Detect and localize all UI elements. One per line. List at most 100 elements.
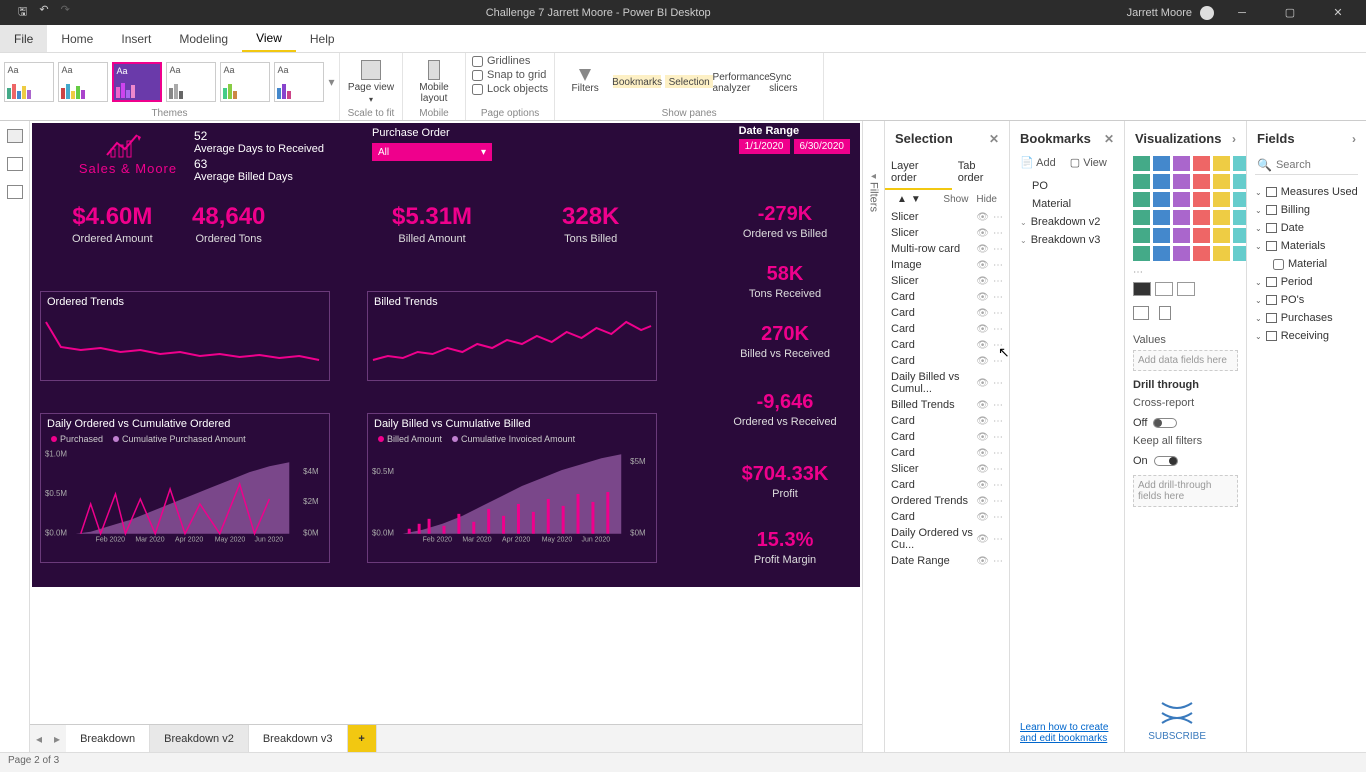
report-view-icon[interactable] [7, 129, 23, 143]
tab-insert[interactable]: Insert [107, 25, 165, 52]
undo-icon[interactable]: ↶ [39, 3, 48, 22]
tab-view[interactable]: View [242, 25, 296, 52]
viz-type-icon[interactable] [1213, 174, 1230, 189]
fields-search[interactable]: 🔍 [1255, 156, 1358, 175]
keep-filters-toggle[interactable] [1154, 456, 1178, 466]
snap-checkbox[interactable]: Snap to grid [472, 69, 546, 81]
selection-item[interactable]: Slicer👁⋯ [885, 273, 1009, 289]
viz-type-icon[interactable] [1153, 192, 1170, 207]
selection-item[interactable]: Card👁⋯ [885, 477, 1009, 493]
add-bookmark-button[interactable]: 📄 Add [1020, 156, 1056, 169]
field-table[interactable]: ⌄PO's [1247, 291, 1366, 309]
fields-icon[interactable] [1133, 306, 1149, 320]
bookmark-item[interactable]: Material [1010, 195, 1124, 213]
page-tab-0[interactable]: Breakdown [66, 725, 150, 752]
viz-type-icon[interactable] [1153, 228, 1170, 243]
redo-icon[interactable]: ↷ [61, 3, 70, 22]
drill-drop[interactable]: Add drill-through fields here [1133, 475, 1238, 507]
selection-item[interactable]: Card👁⋯ [885, 289, 1009, 305]
cross-report-toggle[interactable] [1153, 418, 1177, 428]
themes-gallery[interactable]: Aa Aa Aa Aa Aa Aa ▾ [4, 55, 334, 108]
selection-item[interactable]: Image👁⋯ [885, 257, 1009, 273]
viz-type-icon[interactable] [1193, 174, 1210, 189]
fields-tab-icon[interactable] [1133, 282, 1151, 296]
viz-type-icon[interactable] [1153, 156, 1170, 171]
view-bookmark-button[interactable]: ▢ View [1070, 156, 1107, 169]
selection-item[interactable]: Card👁⋯ [885, 429, 1009, 445]
filters-pane-collapsed[interactable]: ◂ Filters [862, 121, 884, 752]
selection-item[interactable]: Multi-row card👁⋯ [885, 241, 1009, 257]
viz-type-icon[interactable] [1173, 246, 1190, 261]
values-drop[interactable]: Add data fields here [1133, 350, 1238, 371]
field-table[interactable]: ⌄Purchases [1247, 309, 1366, 327]
viz-type-icon[interactable] [1213, 228, 1230, 243]
viz-type-icon[interactable] [1153, 174, 1170, 189]
selection-item[interactable]: Card👁⋯ [885, 413, 1009, 429]
selection-item[interactable]: Billed Trends👁⋯ [885, 397, 1009, 413]
viz-type-icon[interactable] [1173, 192, 1190, 207]
viz-type-icon[interactable] [1133, 192, 1150, 207]
page-view-button[interactable]: Page view▾ [346, 60, 396, 104]
viz-type-icon[interactable] [1133, 246, 1150, 261]
selection-item[interactable]: Daily Billed vs Cumul...👁⋯ [885, 369, 1009, 397]
viz-type-icon[interactable] [1133, 228, 1150, 243]
tab-home[interactable]: Home [47, 25, 107, 52]
selection-pane-button[interactable]: Selection [665, 75, 713, 88]
selection-item[interactable]: Card👁⋯ [885, 353, 1009, 369]
field-table[interactable]: ⌄Date [1247, 219, 1366, 237]
move-up-icon[interactable]: ▲ [897, 194, 907, 205]
data-view-icon[interactable] [7, 157, 23, 171]
ordered-trends-chart[interactable]: Ordered Trends [40, 291, 330, 381]
selection-item[interactable]: Card👁⋯ [885, 445, 1009, 461]
viz-gallery[interactable] [1125, 156, 1246, 267]
viz-type-icon[interactable] [1173, 228, 1190, 243]
date-range-slicer[interactable]: Date Range 1/1/2020 6/30/2020 [739, 125, 850, 154]
selection-item[interactable]: Card👁⋯ [885, 305, 1009, 321]
lock-checkbox[interactable]: Lock objects [472, 83, 548, 95]
viz-type-icon[interactable] [1213, 210, 1230, 225]
selection-item[interactable]: Card👁⋯ [885, 337, 1009, 353]
purchase-order-slicer[interactable]: Purchase Order All▾ [372, 127, 492, 161]
report-canvas[interactable]: Sales & Moore 52 Average Days to Receive… [32, 123, 860, 587]
bookmarks-pane-button[interactable]: Bookmarks [613, 75, 661, 88]
bookmark-item[interactable]: ⌄Breakdown v3 [1010, 231, 1124, 249]
selection-item[interactable]: Date Range👁⋯ [885, 553, 1009, 569]
viz-type-icon[interactable] [1133, 210, 1150, 225]
themes-dropdown[interactable]: ▾ [328, 75, 334, 89]
field-column[interactable]: Material [1247, 255, 1366, 273]
chevron-right-icon[interactable]: › [1352, 132, 1356, 146]
perf-analyzer-button[interactable]: Performance analyzer [717, 70, 765, 94]
field-table[interactable]: ⌄Billing [1247, 201, 1366, 219]
tab-modeling[interactable]: Modeling [165, 25, 242, 52]
model-view-icon[interactable] [7, 185, 23, 199]
format-tab-icon[interactable] [1155, 282, 1173, 296]
move-down-icon[interactable]: ▼ [911, 194, 921, 205]
viz-type-icon[interactable] [1193, 156, 1210, 171]
prev-page[interactable]: ◂ [30, 732, 48, 746]
viz-type-icon[interactable] [1193, 246, 1210, 261]
page-tab-1[interactable]: Breakdown v2 [150, 725, 249, 752]
viz-type-icon[interactable] [1133, 174, 1150, 189]
mobile-layout-button[interactable]: Mobile layout [409, 60, 459, 104]
next-page[interactable]: ▸ [48, 732, 66, 746]
selection-item[interactable]: Slicer👁⋯ [885, 225, 1009, 241]
selection-item[interactable]: Card👁⋯ [885, 321, 1009, 337]
close-icon[interactable]: ✕ [989, 132, 999, 146]
chevron-right-icon[interactable]: › [1232, 132, 1236, 146]
field-table[interactable]: ⌄Period [1247, 273, 1366, 291]
viz-type-icon[interactable] [1173, 210, 1190, 225]
viz-type-icon[interactable] [1213, 192, 1230, 207]
billed-trends-chart[interactable]: Billed Trends [367, 291, 657, 381]
viz-type-icon[interactable] [1213, 156, 1230, 171]
field-table[interactable]: ⌄Receiving [1247, 327, 1366, 345]
viz-type-icon[interactable] [1193, 210, 1210, 225]
avatar[interactable] [1200, 6, 1214, 20]
close-button[interactable]: ✕ [1318, 6, 1358, 19]
selection-item[interactable]: Slicer👁⋯ [885, 209, 1009, 225]
bookmark-item[interactable]: ⌄Breakdown v2 [1010, 213, 1124, 231]
page-tab-2[interactable]: Breakdown v3 [249, 725, 348, 752]
format-icon[interactable] [1159, 306, 1171, 320]
tab-help[interactable]: Help [296, 25, 349, 52]
tab-order-tab[interactable]: Tab order [952, 156, 1009, 190]
viz-type-icon[interactable] [1173, 156, 1190, 171]
